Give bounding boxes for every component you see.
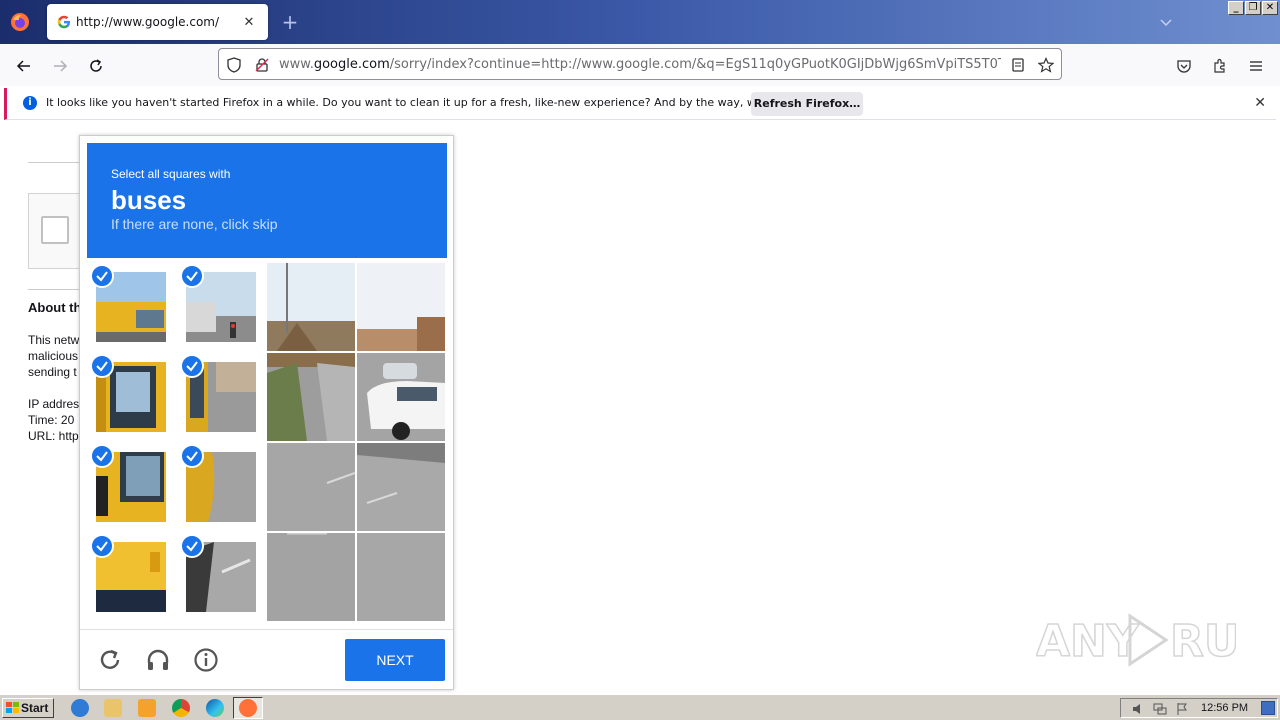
url-text[interactable]: www.google.com/sorry/index?continue=http…	[279, 57, 1001, 72]
captcha-tile[interactable]	[267, 533, 355, 621]
captcha-tile[interactable]	[267, 353, 355, 441]
show-desktop-icon[interactable]	[1261, 701, 1275, 715]
page-text-line: This netw	[28, 333, 80, 347]
challenge-header: Select all squares with buses If there a…	[87, 143, 447, 258]
selected-check-icon	[180, 444, 204, 468]
captcha-tile[interactable]	[357, 533, 445, 621]
notification-message: It looks like you haven't started Firefo…	[46, 96, 830, 109]
page-text-line: malicious	[28, 349, 79, 363]
challenge-target: buses	[111, 185, 187, 215]
reload-icon[interactable]	[82, 52, 110, 80]
challenge-hint: If there are none, click skip	[111, 216, 278, 232]
bookmark-star-icon[interactable]	[1037, 56, 1055, 74]
captcha-tile[interactable]	[267, 443, 355, 531]
navigation-toolbar: www.google.com/sorry/index?continue=http…	[0, 44, 1280, 86]
action-center-flag-icon[interactable]	[1175, 702, 1189, 716]
tab-strip: http://www.google.com/ ✕ + _ ❐ ✕	[0, 0, 1280, 44]
close-tab-icon[interactable]: ✕	[238, 11, 260, 33]
chrome-icon[interactable]	[172, 699, 190, 717]
captcha-tile[interactable]	[357, 443, 445, 531]
notification-bar: i It looks like you haven't started Fire…	[4, 88, 1276, 120]
explorer-folder-icon[interactable]	[104, 699, 122, 717]
volume-icon[interactable]	[1131, 702, 1145, 716]
app-menu-icon[interactable]	[1242, 52, 1270, 80]
taskbar-firefox-window[interactable]	[233, 697, 263, 719]
svg-text:ANY: ANY	[1036, 616, 1140, 667]
firefox-icon	[239, 699, 257, 717]
taskbar: Start 12:56 PM	[0, 694, 1280, 720]
extensions-icon[interactable]	[1206, 52, 1234, 80]
reload-challenge-icon[interactable]	[95, 645, 125, 675]
selected-check-icon	[180, 534, 204, 558]
captcha-image-grid	[267, 263, 445, 621]
edge-icon[interactable]	[206, 699, 224, 717]
next-button[interactable]: NEXT	[345, 639, 445, 681]
challenge-footer: NEXT	[80, 629, 453, 689]
window-controls: _ ❐ ✕	[1228, 1, 1278, 15]
screen: http://www.google.com/ ✕ + _ ❐ ✕ www.goo…	[0, 0, 1280, 720]
about-heading: About th	[28, 300, 82, 315]
selected-check-icon	[180, 354, 204, 378]
ie-icon[interactable]	[71, 699, 89, 717]
start-label: Start	[21, 701, 49, 715]
anyrun-watermark: ANY RUN	[1035, 610, 1277, 670]
media-player-icon[interactable]	[138, 699, 156, 717]
captcha-tile[interactable]	[267, 263, 355, 351]
start-button[interactable]: Start	[2, 698, 54, 718]
shield-icon[interactable]	[225, 56, 243, 74]
minimize-icon[interactable]: _	[1228, 1, 1244, 15]
page-meta-line: IP addres	[28, 397, 80, 411]
page-text-line: sending t	[28, 365, 77, 379]
pocket-icon[interactable]	[1170, 52, 1198, 80]
captcha-tile[interactable]	[357, 353, 445, 441]
selected-check-icon	[180, 264, 204, 288]
tab-google[interactable]: http://www.google.com/ ✕	[47, 4, 268, 40]
new-tab-icon[interactable]: +	[278, 10, 302, 34]
clock[interactable]: 12:56 PM	[1201, 702, 1248, 714]
help-info-icon[interactable]	[191, 645, 221, 675]
close-notification-icon[interactable]: ✕	[1254, 95, 1266, 111]
close-window-icon[interactable]: ✕	[1262, 1, 1278, 15]
page-meta-line: Time: 20	[28, 413, 75, 427]
page-meta-line: URL: http	[28, 429, 79, 443]
info-icon: i	[23, 96, 37, 110]
selected-check-icon	[90, 354, 114, 378]
list-all-tabs-icon[interactable]	[1156, 12, 1176, 32]
challenge-instruction: Select all squares with	[111, 167, 231, 181]
selected-check-icon	[90, 264, 114, 288]
refresh-firefox-button[interactable]: Refresh Firefox…	[751, 92, 863, 116]
recaptcha-checkbox[interactable]	[41, 216, 69, 244]
reader-view-icon[interactable]	[1009, 56, 1027, 74]
firefox-menu-icon[interactable]	[6, 8, 34, 36]
selected-check-icon	[90, 444, 114, 468]
audio-challenge-icon[interactable]	[143, 645, 173, 675]
network-icon[interactable]	[1153, 702, 1167, 716]
captcha-tile[interactable]	[357, 263, 445, 351]
forward-icon[interactable]	[46, 52, 74, 80]
google-favicon-icon	[57, 15, 70, 29]
system-tray: 12:56 PM	[1120, 698, 1278, 718]
back-icon[interactable]	[10, 52, 38, 80]
svg-text:RUN: RUN	[1170, 616, 1236, 667]
tab-title: http://www.google.com/	[76, 15, 220, 29]
windows-flag-icon	[6, 702, 19, 713]
recaptcha-challenge: Select all squares with buses If there a…	[79, 135, 454, 690]
selected-check-icon	[90, 534, 114, 558]
insecure-lock-icon[interactable]	[253, 56, 271, 74]
url-bar[interactable]: www.google.com/sorry/index?continue=http…	[218, 48, 1062, 80]
restore-icon[interactable]: ❐	[1245, 1, 1261, 15]
